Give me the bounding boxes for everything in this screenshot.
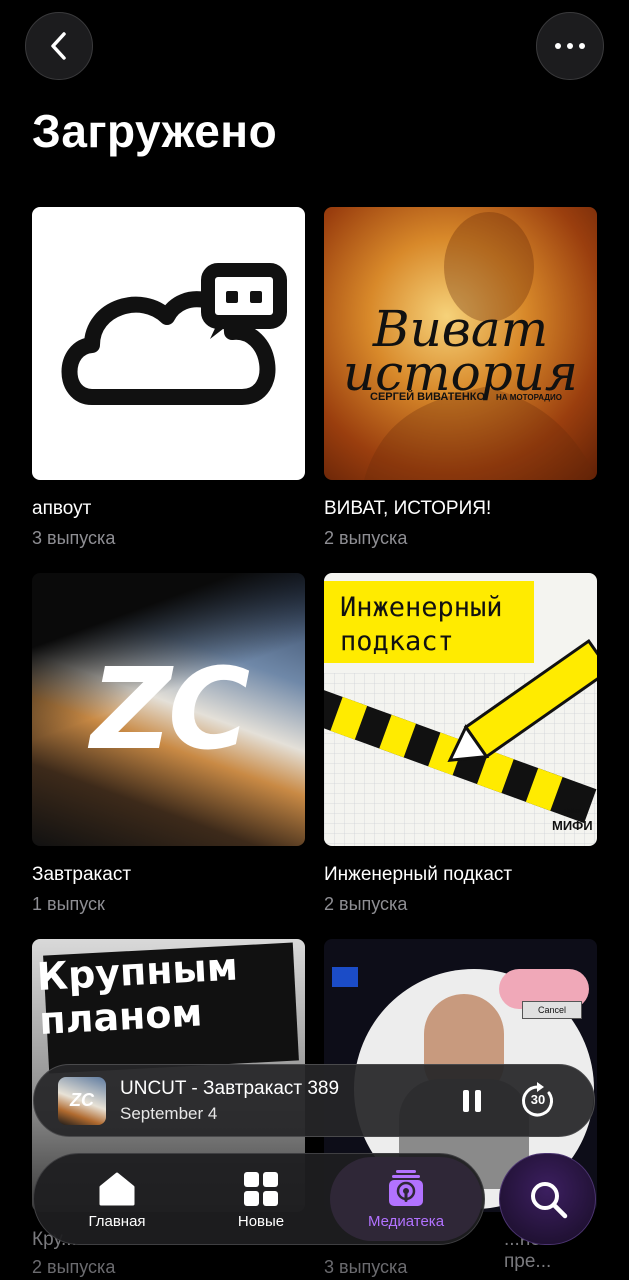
cover-brand: МИФИ [552,818,593,833]
tab-bar: Главная Новые Медиатека [33,1153,485,1245]
page-title: Загружено [32,105,278,157]
folder-icon [332,967,358,987]
now-playing-artwork: ZC [58,1076,106,1125]
search-button[interactable] [499,1153,596,1245]
cloud-chat-icon [61,263,287,405]
tab-label: Новые [237,1212,285,1230]
podcast-title: ВИВАТ, ИСТОРИЯ! [324,498,492,519]
episode-count: 1 выпуск [32,894,105,914]
tab-label: Главная [88,1212,146,1230]
podcast-cover [32,207,305,480]
now-playing-date: September 4 [120,1103,218,1123]
tab-home[interactable]: Главная [62,1154,172,1246]
back-button[interactable] [25,12,93,80]
tab-new[interactable]: Новые [206,1154,316,1246]
now-playing-title: UNCUT - Завтракаст 389 [120,1077,340,1099]
pause-icon [463,1089,469,1112]
cover-station: НА МОТОРАДИО [496,393,562,402]
grid-icon [244,1171,278,1206]
podcast-cover: ZC [32,573,305,846]
skip-seconds-label: 30 [530,1091,546,1107]
podcast-card[interactable]: Виват история СЕРГЕЙ ВИВАТЕНКО НА МОТОРА… [324,207,597,549]
podcast-cover: Инженерный подкаст НИЯУ МИФИ [324,573,597,846]
pause-button[interactable] [452,1081,492,1121]
tab-library[interactable]: Медиатека [330,1157,482,1241]
cover-brand-small: НИЯУ [564,809,581,815]
more-button[interactable] [536,12,604,80]
home-icon [99,1172,135,1205]
chevron-left-icon [51,32,66,60]
episode-count: 3 выпуска [32,528,116,548]
podcast-card[interactable]: апвоут 3 выпуска [32,207,305,549]
podcast-card[interactable]: ZC Завтракаст 1 выпуск [32,573,305,915]
podcast-cover: Виват история СЕРГЕЙ ВИВАТЕНКО НА МОТОРА… [324,207,597,480]
episode-count: 3 выпуска [324,1257,408,1277]
mini-player[interactable]: ZC UNCUT - Завтракаст 389 September 4 30 [33,1064,595,1137]
tab-label: Медиатека [367,1212,445,1230]
podcast-title: Завтракаст [32,864,132,885]
search-icon [530,1182,567,1219]
cover-title: Виват история [342,300,579,402]
cover-logo: ZC [90,645,250,775]
podcast-library-icon [389,1169,423,1206]
ellipsis-icon [555,43,585,49]
podcast-title: Инженерный подкаст [324,864,513,885]
episode-count: 2 выпуска [324,528,408,548]
episode-count: 2 выпуска [324,894,408,914]
cancel-label: Cancel [522,1001,582,1019]
cover-title: Крупным планом [35,944,239,1043]
podcast-card[interactable]: Инженерный подкаст НИЯУ МИФИ Инженерный … [324,573,597,915]
episode-count: 2 выпуска [32,1257,116,1277]
cover-author: СЕРГЕЙ ВИВАТЕНКО [370,391,486,403]
cover-title: Инженерный подкаст [340,592,503,657]
skip-forward-30-button[interactable]: 30 [518,1081,558,1121]
podcast-title: апвоут [32,498,92,519]
